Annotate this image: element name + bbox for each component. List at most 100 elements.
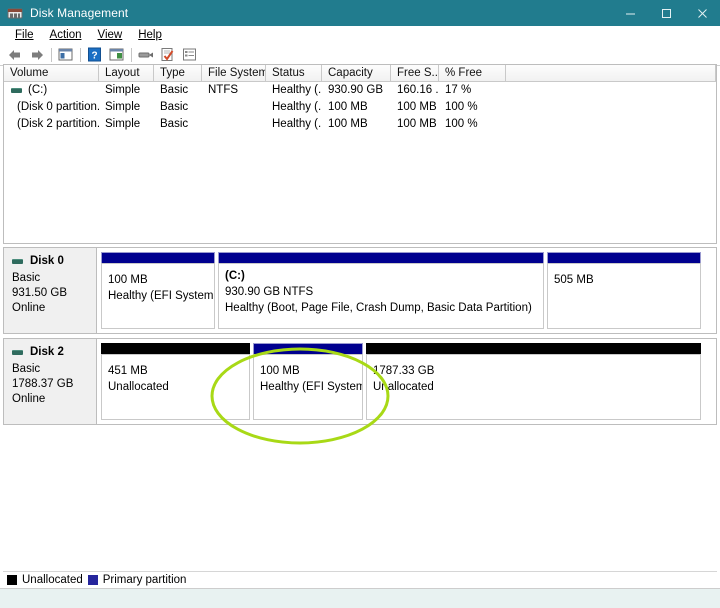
menu-item-help[interactable]: Help <box>130 26 170 44</box>
partition-size: 930.90 GB NTFS <box>225 284 543 300</box>
svg-text:?: ? <box>91 51 97 62</box>
volume-list-body: (C:) Simple Basic NTFS Healthy (... 930.… <box>4 82 716 133</box>
column-header-type[interactable]: Type <box>154 65 202 82</box>
volume-icon <box>11 88 22 93</box>
close-button[interactable] <box>684 0 720 26</box>
menu-action-label: Action <box>50 29 82 41</box>
partition-body: 1787.33 GB Unallocated <box>366 354 701 420</box>
help-icon[interactable]: ? <box>84 45 105 65</box>
show-hide-action-pane-icon[interactable] <box>106 45 127 65</box>
menu-bar: File Action View Help <box>0 26 720 44</box>
window-controls <box>612 0 720 26</box>
forward-arrow-icon[interactable] <box>26 45 47 65</box>
menu-item-action[interactable]: Action <box>42 26 90 44</box>
cell-type: Basic <box>154 99 202 116</box>
cell-percent-free: 100 % <box>439 99 506 116</box>
cell-volume: (C:) <box>4 82 99 99</box>
cell-layout: Simple <box>99 82 154 99</box>
status-bar <box>0 588 720 608</box>
cell-volume-label: (Disk 0 partition... <box>17 99 99 116</box>
partition-status: Unallocated <box>108 379 249 395</box>
menu-view-label: View <box>98 29 123 41</box>
cell-status: Healthy (... <box>266 116 322 133</box>
toolbar-separator <box>48 46 54 64</box>
table-row[interactable]: (Disk 2 partition... Simple Basic Health… <box>4 116 716 133</box>
disk-2-status: Online <box>12 392 96 407</box>
disk-0-size: 931.50 GB <box>12 286 96 301</box>
list-view-icon[interactable] <box>179 45 200 65</box>
cell-volume: (Disk 2 partition... <box>4 116 99 133</box>
partition-size: 1787.33 GB <box>373 363 700 379</box>
minimize-button[interactable] <box>612 0 648 26</box>
partition-body: 451 MB Unallocated <box>101 354 250 420</box>
column-header-free-space[interactable]: Free S... <box>391 65 439 82</box>
cell-status: Healthy (... <box>266 99 322 116</box>
legend-item-unallocated: Unallocated <box>7 574 83 586</box>
cell-free-space: 100 MB <box>391 99 439 116</box>
disk-0-partitions: 100 MB Healthy (EFI System Pa (C:) 930.9… <box>97 248 716 333</box>
legend-label-unallocated: Unallocated <box>22 574 83 586</box>
menu-item-view[interactable]: View <box>90 26 131 44</box>
cell-capacity: 930.90 GB <box>322 82 391 99</box>
column-header-capacity[interactable]: Capacity <box>322 65 391 82</box>
disk-graphical-view: Disk 0 Basic 931.50 GB Online 100 MB Hea… <box>3 247 717 567</box>
partition-disk2-unallocated-2[interactable]: 1787.33 GB Unallocated <box>366 343 701 420</box>
cell-capacity: 100 MB <box>322 99 391 116</box>
show-hide-console-tree-icon[interactable] <box>55 45 76 65</box>
disk-2-partitions: 451 MB Unallocated 100 MB Healthy (EFI S… <box>97 339 716 424</box>
partition-disk0-c[interactable]: (C:) 930.90 GB NTFS Healthy (Boot, Page … <box>218 252 544 329</box>
column-header-percent-free[interactable]: % Free <box>439 65 506 82</box>
partition-disk0-recovery[interactable]: 505 MB <box>547 252 701 329</box>
partition-size: 451 MB <box>108 363 249 379</box>
column-header-filler[interactable] <box>506 65 716 82</box>
title-bar: Disk Management <box>0 0 720 26</box>
partition-disk0-efi[interactable]: 100 MB Healthy (EFI System Pa <box>101 252 215 329</box>
cell-free-space: 160.16 ... <box>391 82 439 99</box>
legend-item-primary-partition: Primary partition <box>88 574 187 586</box>
rescan-disks-icon[interactable] <box>135 45 156 65</box>
disk-management-window: Disk Management File Action View Help <box>0 0 720 608</box>
table-row[interactable]: (Disk 0 partition... Simple Basic Health… <box>4 99 716 116</box>
column-header-layout[interactable]: Layout <box>99 65 154 82</box>
partition-disk2-unallocated-1[interactable]: 451 MB Unallocated <box>101 343 250 420</box>
legend: Unallocated Primary partition <box>3 571 717 588</box>
disk-panel-disk-0[interactable]: Disk 0 Basic 931.50 GB Online 100 MB Hea… <box>3 247 717 334</box>
disk-0-label[interactable]: Disk 0 Basic 931.50 GB Online <box>4 248 97 333</box>
table-row[interactable]: (C:) Simple Basic NTFS Healthy (... 930.… <box>4 82 716 99</box>
maximize-button[interactable] <box>648 0 684 26</box>
menu-help-label: Help <box>138 29 162 41</box>
cell-volume-label: (Disk 2 partition... <box>17 116 99 133</box>
disk-0-title: Disk 0 <box>12 255 96 267</box>
disk-2-type: Basic <box>12 362 96 377</box>
cell-file-system: NTFS <box>202 82 266 99</box>
partition-body: 100 MB Healthy (EFI System Pa <box>101 263 215 329</box>
window-title: Disk Management <box>30 6 128 20</box>
partition-bar-unallocated <box>101 343 250 354</box>
partition-size: 100 MB <box>108 272 214 288</box>
disk-panel-disk-2[interactable]: Disk 2 Basic 1788.37 GB Online 451 MB Un… <box>3 338 717 425</box>
partition-status: Healthy (EFI System Pa <box>260 379 362 395</box>
cell-percent-free: 100 % <box>439 116 506 133</box>
cell-volume: (Disk 0 partition... <box>4 99 99 116</box>
disk-0-name: Disk 0 <box>30 255 64 267</box>
properties-icon[interactable] <box>157 45 178 65</box>
disk-0-status: Online <box>12 301 96 316</box>
toolbar-separator <box>77 46 83 64</box>
menu-item-file[interactable]: File <box>7 26 42 44</box>
partition-size: 100 MB <box>260 363 362 379</box>
partition-bar-primary <box>253 343 363 354</box>
column-header-status[interactable]: Status <box>266 65 322 82</box>
column-header-file-system[interactable]: File System <box>202 65 266 82</box>
partition-status: Unallocated <box>373 379 700 395</box>
partition-body: 100 MB Healthy (EFI System Pa <box>253 354 363 420</box>
column-header-volume[interactable]: Volume <box>4 65 99 82</box>
disk-icon <box>12 259 23 264</box>
disk-2-size: 1788.37 GB <box>12 377 96 392</box>
cell-layout: Simple <box>99 116 154 133</box>
volume-list-header: Volume Layout Type File System Status Ca… <box>4 65 716 82</box>
back-arrow-icon[interactable] <box>4 45 25 65</box>
disk-2-label[interactable]: Disk 2 Basic 1788.37 GB Online <box>4 339 97 424</box>
partition-status: Healthy (Boot, Page File, Crash Dump, Ba… <box>225 300 543 316</box>
partition-status: Healthy (EFI System Pa <box>108 288 214 304</box>
partition-disk2-efi[interactable]: 100 MB Healthy (EFI System Pa <box>253 343 363 420</box>
